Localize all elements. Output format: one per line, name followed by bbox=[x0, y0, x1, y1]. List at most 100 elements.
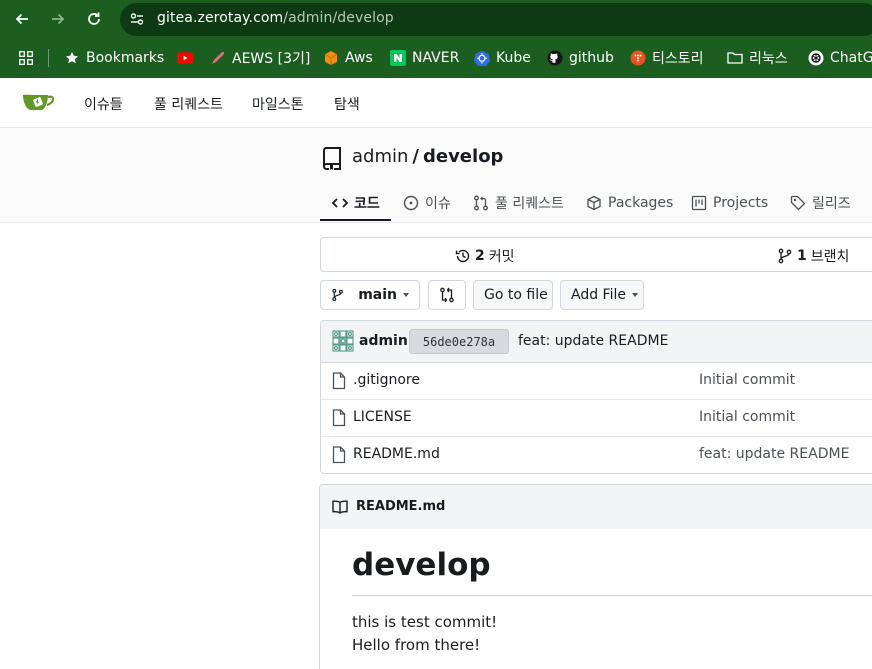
bookmarks-separator bbox=[48, 49, 49, 67]
readme-content: develop this is test commit! Hello from … bbox=[319, 529, 872, 669]
commits-stat[interactable]: 2 커밋 bbox=[455, 246, 515, 266]
bookmark-label: NAVER bbox=[412, 50, 460, 66]
readme-header: README.md bbox=[319, 484, 872, 530]
tab-label: 릴리즈 bbox=[812, 196, 851, 212]
add-file-label: Add File bbox=[571, 287, 626, 303]
branch-selector[interactable]: main bbox=[320, 280, 420, 310]
go-to-file-button[interactable]: Go to file bbox=[473, 280, 553, 310]
tab-issues[interactable]: 이슈 bbox=[403, 190, 451, 216]
file-commit-message[interactable]: Initial commit bbox=[699, 409, 795, 425]
gitea-logo-icon[interactable] bbox=[22, 91, 54, 113]
readme-paragraph-line: Hello from there! bbox=[352, 636, 481, 654]
avatar[interactable] bbox=[332, 330, 354, 352]
url-host: gitea.zerotay.com bbox=[157, 10, 284, 26]
issue-icon bbox=[403, 195, 419, 211]
kubernetes-icon bbox=[474, 50, 490, 66]
branches-stat[interactable]: 1 브랜치 bbox=[777, 246, 849, 266]
browser-chrome: gitea.zerotay.com/admin/develop Bookmark… bbox=[0, 0, 872, 78]
tag-icon bbox=[790, 195, 806, 211]
rocket-icon bbox=[210, 50, 226, 66]
site-info-icon[interactable] bbox=[129, 11, 145, 27]
reload-button[interactable] bbox=[82, 7, 106, 31]
bookmark-chatgpt[interactable]: ChatG bbox=[808, 39, 872, 77]
omnibox[interactable]: gitea.zerotay.com/admin/develop bbox=[120, 3, 872, 36]
file-name-link[interactable]: LICENSE bbox=[353, 409, 412, 425]
bookmarks-bar: Bookmarks AEWS [3기] Aws NAVER Kube githu… bbox=[0, 38, 872, 78]
readme-heading: develop bbox=[352, 547, 491, 583]
bookmark-label: 리눅스 bbox=[749, 51, 788, 67]
repo-title: admin / develop bbox=[352, 146, 503, 167]
bookmark-bookmarks[interactable]: Bookmarks bbox=[64, 39, 164, 77]
branch-icon bbox=[332, 288, 343, 302]
commit-sha-button[interactable]: 56de0e278a bbox=[409, 329, 509, 354]
file-icon bbox=[332, 409, 346, 427]
project-board-icon bbox=[691, 195, 707, 211]
tistory-icon bbox=[630, 50, 646, 66]
repo-owner-link[interactable]: admin bbox=[352, 146, 408, 167]
file-icon bbox=[332, 372, 346, 390]
add-file-dropdown[interactable]: Add File bbox=[560, 280, 644, 310]
branches-count: 1 bbox=[797, 248, 807, 264]
tab-label: 코드 bbox=[354, 196, 380, 212]
chatgpt-icon bbox=[808, 50, 824, 66]
file-icon bbox=[332, 446, 346, 464]
back-button[interactable] bbox=[10, 7, 34, 31]
repo-icon bbox=[323, 147, 341, 170]
file-name-link[interactable]: .gitignore bbox=[353, 372, 420, 388]
url-text[interactable]: gitea.zerotay.com/admin/develop bbox=[157, 10, 394, 26]
compare-button[interactable] bbox=[428, 280, 466, 310]
commits-label: 커밋 bbox=[488, 249, 515, 265]
bookmark-tistory[interactable]: 티스토리 bbox=[630, 39, 704, 77]
tab-projects[interactable]: Projects bbox=[691, 190, 768, 216]
folder-icon bbox=[727, 50, 743, 66]
file-commit-message[interactable]: Initial commit bbox=[699, 372, 795, 388]
bookmark-naver[interactable]: NAVER bbox=[390, 39, 459, 77]
commit-message[interactable]: feat: update README bbox=[518, 333, 668, 349]
chevron-down-icon bbox=[631, 293, 638, 297]
go-to-file-label: Go to file bbox=[484, 287, 548, 303]
file-name-link[interactable]: README.md bbox=[353, 446, 440, 462]
gitea-top-nav: 이슈들 풀 리퀘스트 마일스톤 탐색 bbox=[0, 78, 872, 128]
repo-name-link[interactable]: develop bbox=[423, 146, 503, 167]
bookmark-label: ChatG bbox=[830, 50, 872, 66]
tab-releases[interactable]: 릴리즈 bbox=[790, 190, 851, 216]
arrow-left-icon bbox=[15, 13, 28, 25]
history-icon bbox=[455, 249, 470, 263]
repo-stats-bar: 2 커밋 1 브랜치 bbox=[320, 237, 872, 272]
book-icon bbox=[332, 500, 348, 514]
nav-milestones[interactable]: 마일스톤 bbox=[252, 94, 304, 114]
nav-explore[interactable]: 탐색 bbox=[334, 94, 360, 114]
bookmark-label: AEWS [3기] bbox=[232, 51, 311, 67]
nav-pull-requests[interactable]: 풀 리퀘스트 bbox=[154, 94, 223, 114]
bookmark-youtube[interactable] bbox=[177, 39, 199, 77]
readme-filename[interactable]: README.md bbox=[356, 499, 445, 514]
commits-count: 2 bbox=[475, 248, 485, 264]
tab-code[interactable]: 코드 bbox=[332, 190, 380, 216]
tab-label: 이슈 bbox=[425, 196, 451, 212]
chevron-down-icon bbox=[403, 293, 409, 297]
repo-header: admin / develop 코드 이슈 풀 리퀘스트 Packages Proj… bbox=[0, 128, 872, 223]
bookmark-kube[interactable]: Kube bbox=[474, 39, 531, 77]
code-icon bbox=[332, 198, 348, 208]
heading-divider bbox=[352, 595, 872, 596]
tab-label: Projects bbox=[713, 195, 769, 211]
youtube-icon bbox=[177, 50, 193, 66]
bookmark-aws[interactable]: Aws bbox=[323, 39, 373, 77]
apps-grid-icon[interactable] bbox=[19, 51, 33, 65]
bookmark-aews[interactable]: AEWS [3기] bbox=[210, 39, 310, 77]
tab-pull-requests[interactable]: 풀 리퀘스트 bbox=[473, 190, 564, 216]
compare-icon bbox=[440, 287, 454, 303]
bookmark-linux-folder[interactable]: 리눅스 bbox=[727, 39, 788, 77]
bookmark-label: 티스토리 bbox=[652, 51, 704, 67]
commit-author[interactable]: admin bbox=[359, 333, 408, 349]
latest-commit-row: admin 56de0e278a feat: update README bbox=[321, 321, 872, 363]
nav-issues[interactable]: 이슈들 bbox=[84, 94, 123, 114]
bookmark-github[interactable]: github bbox=[547, 39, 614, 77]
file-table: admin 56de0e278a feat: update README .gi… bbox=[320, 320, 872, 474]
file-commit-message[interactable]: feat: update README bbox=[699, 446, 849, 462]
bookmark-label: Kube bbox=[496, 50, 531, 66]
forward-button[interactable] bbox=[46, 7, 70, 31]
aws-cube-icon bbox=[323, 50, 339, 66]
tab-packages[interactable]: Packages bbox=[586, 190, 673, 216]
bookmark-label: github bbox=[569, 50, 614, 66]
